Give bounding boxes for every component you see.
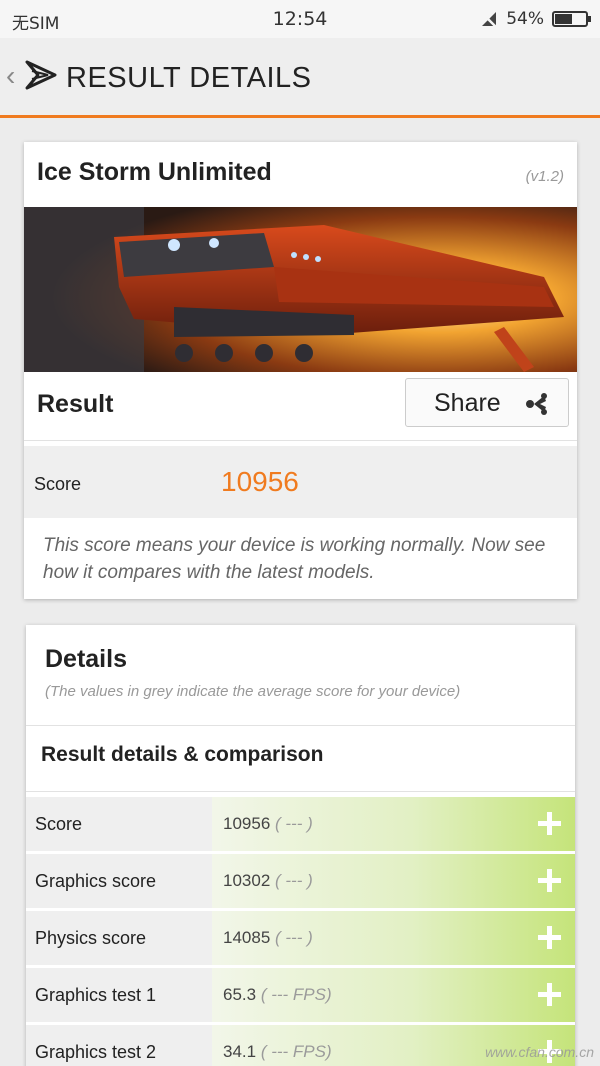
details-subtitle: (The values in grey indicate the average… [45,683,461,700]
benchmark-banner-image [24,207,577,372]
details-heading: Details [45,645,127,673]
share-icon [526,393,547,415]
status-bar: 无SIM 12:54 54% [0,0,600,38]
battery-icon [552,11,591,27]
row-value: 34.1 ( --- FPS) [223,1042,332,1061]
result-heading: Result [37,390,114,418]
divider [26,791,575,792]
row-value-cell: 14085 ( --- ) [212,911,575,965]
score-label: Score [34,474,82,494]
row-label: Score [26,797,212,851]
row-average: ( --- FPS) [260,1042,332,1061]
version-label: (v1.2) [525,168,564,185]
details-card: Details (The values in grey indicate the… [26,625,575,1066]
divider [26,725,575,726]
benchmark-title: Ice Storm Unlimited [37,158,272,186]
score-value: 10956 [221,466,299,497]
detail-row-score[interactable]: Score 10956 ( --- ) [26,797,575,851]
row-value: 14085 ( --- ) [223,928,313,947]
app-bar: ‹ RESULT DETAILS [0,38,600,118]
signal-off-icon [481,12,498,28]
back-chevron-icon[interactable]: ‹ [6,60,15,92]
battery-fill [555,14,573,24]
expand-plus-icon[interactable] [538,869,561,892]
status-icons: 54% [480,8,591,30]
expand-plus-icon[interactable] [538,812,561,835]
expand-plus-icon[interactable] [538,926,561,949]
page-title: RESULT DETAILS [66,62,312,94]
watermark: www.cfan.com.cn [485,1044,594,1060]
row-value-cell: 10956 ( --- ) [212,797,575,851]
row-value-cell: 10302 ( --- ) [212,854,575,908]
divider [24,440,577,441]
row-average: ( --- ) [275,928,313,947]
row-average: ( --- ) [275,871,313,890]
comparison-section-title: Result details & comparison [41,743,324,766]
score-row: Score 10956 [24,446,577,518]
details-table: Score 10956 ( --- ) Graphics score 10302… [26,797,575,1066]
row-value: 10956 ( --- ) [223,814,313,833]
battery-percent: 54% [506,9,544,29]
row-average: ( --- ) [275,814,313,833]
detail-row-graphics-test-1[interactable]: Graphics test 1 65.3 ( --- FPS) [26,968,575,1022]
row-value: 10302 ( --- ) [223,871,313,890]
share-label: Share [434,389,501,417]
row-label: Graphics test 1 [26,968,212,1022]
row-value-cell: 65.3 ( --- FPS) [212,968,575,1022]
result-card: Ice Storm Unlimited (v1.2) Result Share … [24,142,577,599]
expand-plus-icon[interactable] [538,983,561,1006]
row-label: Graphics score [26,854,212,908]
row-label: Graphics test 2 [26,1025,212,1066]
detail-row-physics-score[interactable]: Physics score 14085 ( --- ) [26,911,575,965]
row-average: ( --- FPS) [260,985,332,1004]
row-value: 65.3 ( --- FPS) [223,985,332,1004]
score-description: This score means your device is working … [43,535,546,583]
share-button[interactable]: Share [405,378,569,427]
detail-row-graphics-score[interactable]: Graphics score 10302 ( --- ) [26,854,575,908]
3dmark-logo-icon[interactable] [24,58,58,92]
row-label: Physics score [26,911,212,965]
